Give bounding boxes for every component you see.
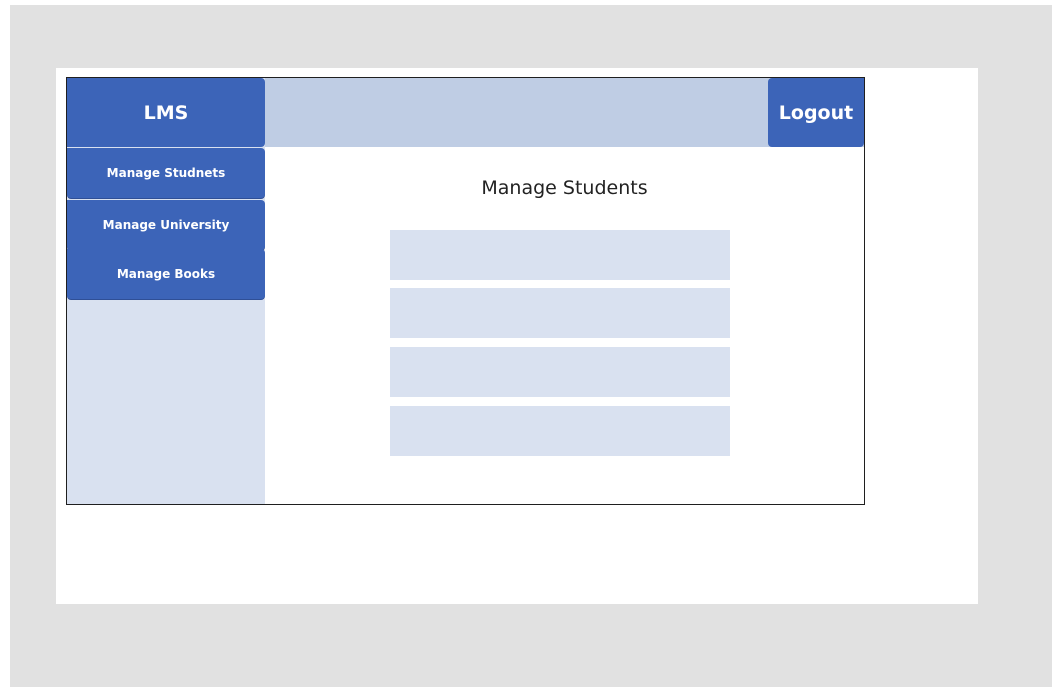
manage-university-button[interactable]: Manage University (67, 200, 265, 250)
manage-students-button[interactable]: Manage Studnets (67, 148, 265, 198)
student-field-1[interactable] (390, 230, 730, 280)
manage-university-label: Manage University (102, 218, 230, 232)
app-brand: LMS (67, 78, 265, 147)
logout-button[interactable]: Logout (768, 78, 864, 147)
student-field-2[interactable] (390, 288, 730, 338)
manage-books-button[interactable]: Manage Books (67, 249, 265, 299)
app-frame: LMS Manage Studnets Manage University Ma… (66, 77, 865, 505)
student-field-3[interactable] (390, 347, 730, 397)
manage-students-label: Manage Studnets (106, 166, 226, 180)
manage-books-label: Manage Books (116, 267, 216, 281)
student-field-4[interactable] (390, 406, 730, 456)
logout-label: Logout (778, 101, 854, 124)
app-brand-label: LMS (143, 101, 189, 124)
page-title: Manage Students (481, 177, 648, 199)
